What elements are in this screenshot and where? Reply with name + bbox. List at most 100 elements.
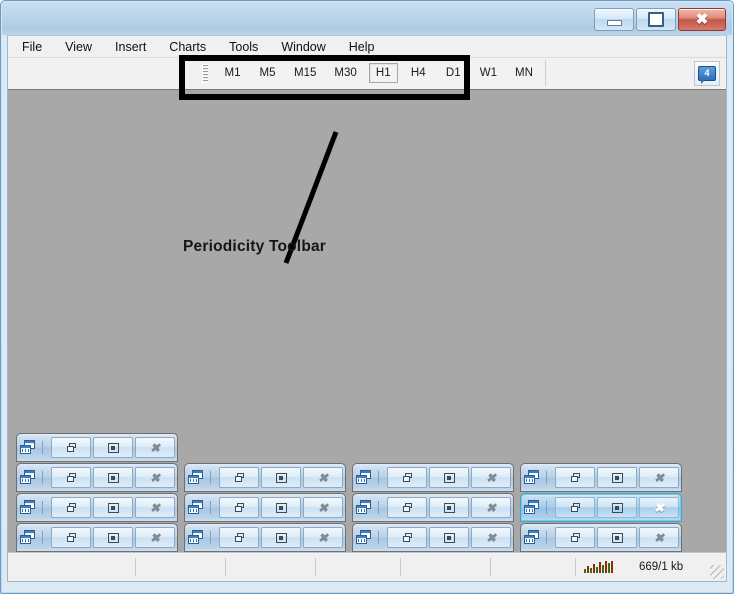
divider bbox=[378, 471, 379, 484]
resize-grip-icon[interactable] bbox=[710, 565, 724, 579]
minimize-button[interactable] bbox=[594, 8, 634, 31]
restore-button[interactable] bbox=[219, 467, 259, 488]
chart-window-icon bbox=[188, 500, 204, 515]
minimized-chart-window[interactable]: ✖ bbox=[184, 463, 346, 492]
divider bbox=[42, 501, 43, 514]
maximize-button[interactable] bbox=[636, 8, 676, 31]
restore-button[interactable] bbox=[387, 527, 427, 548]
close-button[interactable]: ✖ bbox=[303, 467, 343, 488]
close-button[interactable]: ✖ bbox=[303, 497, 343, 518]
minimized-window-controls: ✖ bbox=[219, 527, 343, 548]
maximize-icon bbox=[444, 533, 455, 543]
period-button-h4[interactable]: H4 bbox=[404, 63, 433, 83]
signal-bar bbox=[605, 561, 607, 573]
status-cell-4 bbox=[316, 558, 401, 576]
period-button-m15[interactable]: M15 bbox=[288, 63, 322, 83]
minimized-chart-window[interactable]: ✖ bbox=[184, 523, 346, 552]
menu-item-file[interactable]: File bbox=[22, 38, 53, 56]
restore-button[interactable] bbox=[387, 467, 427, 488]
restore-button[interactable] bbox=[51, 497, 91, 518]
maximize-button[interactable] bbox=[429, 527, 469, 548]
status-cell-2 bbox=[136, 558, 226, 576]
minimized-chart-window[interactable]: ✖ bbox=[520, 463, 682, 492]
close-button[interactable]: ✖ bbox=[639, 467, 679, 488]
maximize-button[interactable] bbox=[261, 467, 301, 488]
minimized-window-controls: ✖ bbox=[51, 467, 175, 488]
maximize-icon bbox=[108, 503, 119, 513]
close-button[interactable]: ✖ bbox=[135, 437, 175, 458]
signal-bar bbox=[587, 566, 589, 573]
maximize-button[interactable] bbox=[597, 527, 637, 548]
close-button[interactable]: ✖ bbox=[135, 527, 175, 548]
period-button-m1[interactable]: M1 bbox=[218, 63, 247, 83]
maximize-button[interactable] bbox=[597, 467, 637, 488]
close-button[interactable]: ✖ bbox=[471, 527, 511, 548]
maximize-icon bbox=[276, 533, 287, 543]
chart-window-icon bbox=[356, 530, 372, 545]
minimized-chart-window[interactable]: ✖ bbox=[16, 493, 178, 522]
close-button[interactable]: ✖ bbox=[471, 467, 511, 488]
period-button-mn[interactable]: MN bbox=[509, 63, 539, 83]
close-button[interactable]: ✖ bbox=[303, 527, 343, 548]
close-button[interactable]: ✖ bbox=[678, 8, 726, 31]
menu-item-view[interactable]: View bbox=[65, 38, 103, 56]
chart-window-icon bbox=[524, 530, 540, 545]
period-button-h1[interactable]: H1 bbox=[369, 63, 398, 83]
minimized-chart-window[interactable]: ✖ bbox=[352, 493, 514, 522]
minimized-chart-window[interactable]: ✖ bbox=[352, 523, 514, 552]
close-button[interactable]: ✖ bbox=[135, 497, 175, 518]
toolbar-row: M1 M5 M15 M30 H1 H4 D1 W1 MN 4 bbox=[8, 58, 726, 90]
maximize-button[interactable] bbox=[93, 437, 133, 458]
menu-item-window[interactable]: Window bbox=[281, 38, 336, 56]
minimized-chart-window[interactable]: ✖ bbox=[16, 463, 178, 492]
period-button-d1[interactable]: D1 bbox=[439, 63, 468, 83]
minimized-chart-window-active[interactable]: ✖ bbox=[520, 493, 682, 522]
maximize-button[interactable] bbox=[261, 497, 301, 518]
menu-item-charts[interactable]: Charts bbox=[169, 38, 217, 56]
restore-button[interactable] bbox=[51, 527, 91, 548]
period-button-w1[interactable]: W1 bbox=[474, 63, 503, 83]
restore-button[interactable] bbox=[219, 527, 259, 548]
period-button-m5[interactable]: M5 bbox=[253, 63, 282, 83]
network-signal-icon bbox=[584, 561, 613, 573]
status-cell-6 bbox=[491, 558, 576, 576]
restore-button[interactable] bbox=[555, 497, 595, 518]
notification-badge-button[interactable]: 4 bbox=[694, 61, 720, 86]
maximize-button[interactable] bbox=[261, 527, 301, 548]
restore-button[interactable] bbox=[555, 527, 595, 548]
maximize-button[interactable] bbox=[429, 497, 469, 518]
minimized-chart-window[interactable]: ✖ bbox=[16, 433, 178, 462]
maximize-button[interactable] bbox=[93, 497, 133, 518]
close-icon: ✖ bbox=[654, 502, 664, 514]
restore-button[interactable] bbox=[555, 467, 595, 488]
period-button-m30[interactable]: M30 bbox=[328, 63, 362, 83]
chart-window-icon bbox=[524, 500, 540, 515]
close-button[interactable]: ✖ bbox=[471, 497, 511, 518]
menu-item-help[interactable]: Help bbox=[349, 38, 386, 56]
toolbar-grip-icon[interactable] bbox=[202, 64, 208, 83]
minimized-chart-window[interactable]: ✖ bbox=[520, 523, 682, 552]
restore-button[interactable] bbox=[51, 437, 91, 458]
maximize-button[interactable] bbox=[597, 497, 637, 518]
close-button-hover[interactable]: ✖ bbox=[639, 497, 679, 518]
maximize-button[interactable] bbox=[429, 467, 469, 488]
minimized-chart-window[interactable]: ✖ bbox=[184, 493, 346, 522]
maximize-button[interactable] bbox=[93, 467, 133, 488]
menu-item-tools[interactable]: Tools bbox=[229, 38, 269, 56]
status-cell-1 bbox=[8, 558, 136, 576]
divider bbox=[42, 471, 43, 484]
minimized-window-controls: ✖ bbox=[219, 497, 343, 518]
title-bar[interactable]: ✖ bbox=[2, 2, 732, 35]
minimized-windows-grid: ✖ ✖ bbox=[16, 432, 722, 552]
minimized-chart-window[interactable]: ✖ bbox=[352, 463, 514, 492]
menu-item-insert[interactable]: Insert bbox=[115, 38, 157, 56]
restore-button[interactable] bbox=[51, 467, 91, 488]
close-icon: ✖ bbox=[654, 472, 664, 484]
close-button[interactable]: ✖ bbox=[639, 527, 679, 548]
restore-button[interactable] bbox=[219, 497, 259, 518]
restore-button[interactable] bbox=[387, 497, 427, 518]
close-button[interactable]: ✖ bbox=[135, 467, 175, 488]
maximize-button[interactable] bbox=[93, 527, 133, 548]
minimized-chart-window[interactable]: ✖ bbox=[16, 523, 178, 552]
maximize-icon bbox=[444, 503, 455, 513]
